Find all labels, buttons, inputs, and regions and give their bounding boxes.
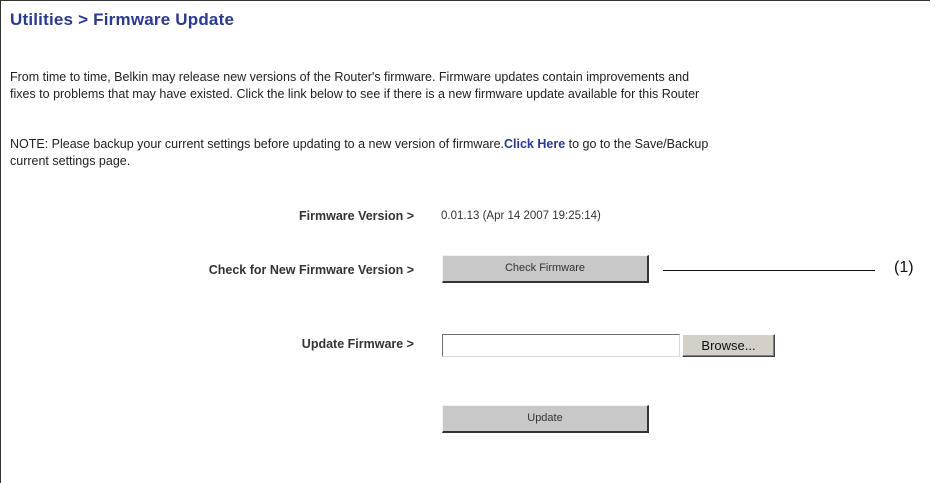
update-button[interactable]: Update	[442, 405, 649, 433]
firmware-version-value: 0.01.13 (Apr 14 2007 19:25:14)	[441, 210, 601, 222]
note-line-1: NOTE: Please backup your current setting…	[10, 136, 708, 153]
note-suffix: to go to the Save/Backup	[565, 137, 709, 151]
browse-button[interactable]: Browse...	[682, 334, 775, 357]
firmware-version-label: Firmware Version >	[299, 209, 414, 223]
click-here-link[interactable]: Click Here	[504, 137, 565, 151]
intro-line-2: fixes to problems that may have existed.…	[10, 87, 700, 101]
note-prefix: NOTE: Please backup your current setting…	[10, 137, 504, 151]
note-text: NOTE: Please backup your current setting…	[10, 136, 708, 170]
callout-line	[663, 270, 875, 271]
page-title: Utilities > Firmware Update	[10, 10, 235, 29]
callout-label: (1)	[894, 259, 914, 276]
intro-text: From time to time, Belkin may release ne…	[10, 69, 699, 103]
intro-line-1: From time to time, Belkin may release ne…	[10, 70, 690, 84]
check-firmware-label: Check for New Firmware Version >	[208, 263, 414, 277]
update-firmware-label: Update Firmware >	[301, 337, 414, 351]
firmware-file-input[interactable]	[442, 334, 680, 357]
note-line-2: current settings page.	[10, 154, 131, 168]
check-firmware-button[interactable]: Check Firmware	[442, 255, 649, 283]
